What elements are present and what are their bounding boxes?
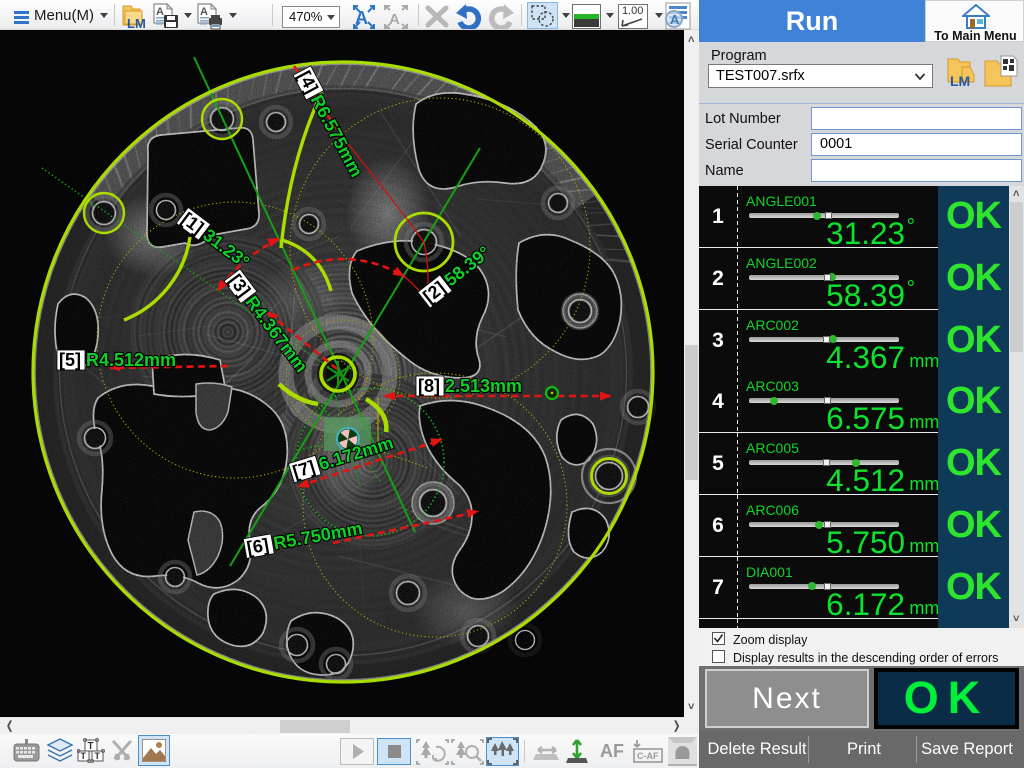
svg-text:[5]: [5] xyxy=(59,350,81,370)
svg-text:C-AF: C-AF xyxy=(637,751,659,761)
svg-text:[6]: [6] xyxy=(245,535,270,559)
svg-text:R4.512mm: R4.512mm xyxy=(86,350,176,370)
svg-text:T: T xyxy=(88,741,94,752)
svg-text:T: T xyxy=(81,751,87,761)
svg-text:[8]: [8] xyxy=(418,376,440,396)
svg-text:LM: LM xyxy=(127,16,146,30)
svg-text:2.513mm: 2.513mm xyxy=(445,376,522,396)
svg-text:A: A xyxy=(200,6,208,18)
svg-text:T: T xyxy=(95,751,101,761)
svg-text:A: A xyxy=(389,11,400,28)
svg-text:LM: LM xyxy=(950,73,970,89)
svg-text:A: A xyxy=(156,6,164,18)
svg-text:A: A xyxy=(670,12,680,27)
